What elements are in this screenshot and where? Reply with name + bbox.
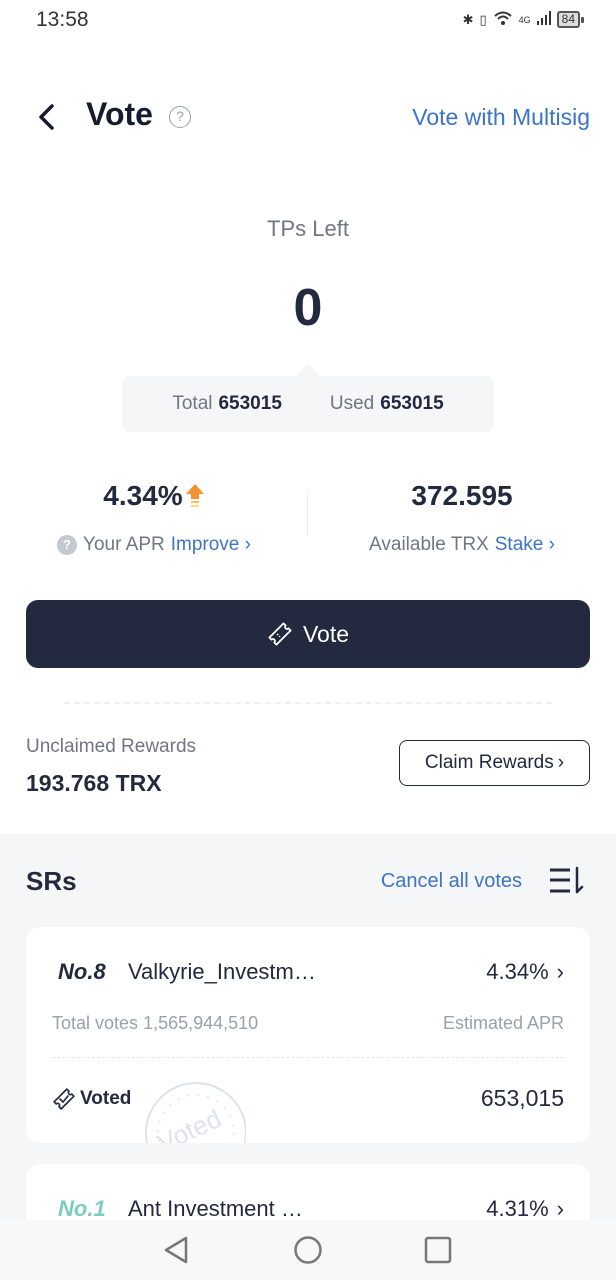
sr-apr[interactable]: 4.34% › [486,959,564,985]
network-type: 4G [518,14,531,25]
sr-rank: No.1 [58,1196,106,1221]
apr-value-wrap: 4.34% [103,476,204,516]
voted-badge: Voted [52,1087,131,1111]
chevron-right-icon: › [548,534,555,555]
unclaimed-rewards-value: 193.768 TRX [26,770,162,796]
sr-card[interactable]: No.8 Valkyrie_Investm… 4.34% › Total vote… [26,927,590,1143]
vibrate-icon: ▯ [479,11,487,27]
cancel-all-votes-link[interactable]: Cancel all votes [381,870,522,893]
tps-summary: Total 653015 Used 653015 [122,376,494,432]
bluetooth-icon: ✱ [462,11,474,27]
back-button[interactable] [32,96,62,136]
arrow-up-icon [185,484,204,507]
voted-ticket-icon [53,1087,75,1110]
apr-help-icon[interactable]: ? [57,535,78,555]
sr-header: No.8 Valkyrie_Investm… 4.34% › [58,959,564,985]
signal-icon [536,11,551,28]
nav-back-button[interactable] [160,1234,192,1266]
unclaimed-rewards-label: Unclaimed Rewards [26,736,197,757]
sr-apr-value: 4.31% [486,1196,549,1221]
claim-rewards-label: Claim Rewards [424,752,554,773]
tps-total-label: Total [172,393,213,414]
header: Vote ? Vote with Multisig [0,92,616,144]
chevron-right-icon: › [556,1196,564,1221]
square-recents-icon [424,1236,452,1264]
battery-icon: 84 [556,11,585,28]
trx-stat: 372.595 Available TRX Stake › [308,476,616,556]
srs-section: SRs Cancel all votes No.8 Valkyrie_Inves… [0,834,616,1280]
triangle-back-icon [164,1236,188,1264]
sr-rank: No.8 [58,959,106,984]
sr-header: No.1 Ant Investment … 4.31% › [58,1196,564,1222]
trx-value: 372.595 [411,480,513,511]
tps-used-label: Used [329,393,375,414]
sr-name: Ant Investment … [128,1196,303,1221]
trx-sub: Available TRX Stake › [308,534,616,556]
sr-total-votes: Total votes 1,565,944,510 [52,1013,258,1034]
stake-link[interactable]: Stake › [495,534,555,556]
wifi-icon [493,10,513,29]
chevron-right-icon: › [556,959,564,984]
sr-total-votes-value: 1,565,944,510 [143,1013,259,1033]
system-nav-bar [0,1220,616,1280]
tps-total: Total 653015 [172,393,282,415]
nav-recents-button[interactable] [422,1234,454,1266]
tps-used: Used 653015 [330,393,444,415]
circle-home-icon [294,1236,322,1264]
voted-label: Voted [80,1087,132,1109]
divider [64,702,552,704]
page-title: Vote [86,96,153,132]
stake-link-label: Stake [494,534,544,555]
help-icon[interactable]: ? [169,106,191,128]
apr-sub: ? Your APR Improve › [0,534,308,556]
sr-total-votes-label: Total votes [52,1013,139,1033]
sr-apr-label: Estimated APR [442,1013,564,1033]
sr-voted-row: Voted 653,015 [52,1085,564,1112]
apr-stat: 4.34% ? Your APR Improve › [0,476,308,556]
sr-divider [52,1057,564,1058]
sr-apr-value: 4.34% [486,959,549,984]
srs-title: SRs [26,866,77,896]
tps-used-value: 653015 [380,393,444,414]
tps-left-label: TPs Left [267,216,349,241]
improve-link-label: Improve [170,534,240,555]
voted-amount: 653,015 [480,1085,564,1111]
tps-left-value: 0 [293,279,323,337]
vote-with-multisig-link[interactable]: Vote with Multisig [412,104,590,131]
vote-button-label: Vote [302,620,350,647]
tps-total-value: 653015 [218,393,282,414]
improve-link[interactable]: Improve › [171,534,251,556]
ticket-icon [268,622,292,646]
trx-label: Available TRX [369,534,489,555]
sort-icon[interactable] [548,866,584,896]
status-time: 13:58 [36,8,89,31]
sr-meta: Total votes 1,565,944,510 Estimated APR [52,1013,564,1034]
status-icons: ✱ ▯ 4G 84 [462,10,585,29]
chevron-right-icon: › [557,752,565,773]
sr-name: Valkyrie_Investm… [128,959,316,984]
vote-button[interactable]: Vote [26,600,590,668]
apr-label: Your APR [83,534,165,555]
sr-apr[interactable]: 4.31% › [486,1196,564,1222]
chevron-right-icon: › [244,534,251,555]
claim-rewards-button[interactable]: Claim Rewards › [399,740,590,786]
apr-value: 4.34% [103,480,183,511]
nav-home-button[interactable] [292,1234,324,1266]
chevron-left-icon [39,104,54,130]
stats-row: 4.34% ? Your APR Improve › 372.595 Avail… [0,476,616,566]
status-bar: 13:58 ✱ ▯ 4G 84 [0,0,616,44]
